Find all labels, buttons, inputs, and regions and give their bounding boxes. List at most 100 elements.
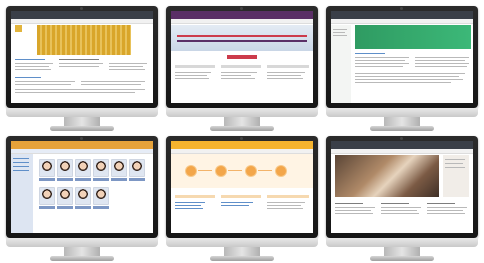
hero-banner: [355, 25, 471, 49]
monitor-stand: [370, 256, 434, 261]
name-label: [93, 206, 109, 209]
text-line: [267, 75, 301, 76]
person-photo-icon[interactable]: [75, 159, 91, 177]
text-line: [59, 59, 99, 60]
text-line: [15, 66, 49, 67]
monitor-chin: [326, 238, 478, 247]
sidebar-item[interactable]: [13, 170, 29, 171]
link-line[interactable]: [221, 205, 249, 206]
camera-icon: [400, 137, 403, 140]
nav-bar[interactable]: [331, 19, 473, 24]
sidebar-item[interactable]: [13, 162, 29, 163]
text-line: [381, 207, 421, 208]
topbar: [331, 141, 473, 149]
person-photo-icon[interactable]: [75, 187, 91, 205]
sidebar-item[interactable]: [13, 158, 29, 159]
person-photo-icon[interactable]: [57, 159, 73, 177]
text-line: [175, 78, 209, 79]
monitor-process: [166, 136, 318, 262]
monitor-stand: [370, 126, 434, 131]
name-label: [57, 206, 73, 209]
nav-bar[interactable]: [171, 19, 313, 24]
text-line: [221, 75, 251, 76]
link-line[interactable]: [175, 202, 205, 203]
monitor-chin: [6, 238, 158, 247]
text-line: [427, 207, 467, 208]
link-line[interactable]: [175, 205, 201, 206]
camera-icon: [80, 7, 83, 10]
sidebar-item[interactable]: [333, 32, 345, 33]
person-photo-icon[interactable]: [129, 159, 145, 177]
text-line: [81, 81, 145, 82]
hero-banner: [37, 25, 131, 55]
step-arrow: [198, 170, 212, 171]
name-label: [39, 178, 55, 181]
text-line: [335, 213, 373, 214]
name-label: [39, 206, 55, 209]
step-arrow: [258, 170, 272, 171]
sidebar-item[interactable]: [333, 29, 347, 30]
hero-banner: [171, 25, 313, 51]
text-line: [355, 57, 409, 58]
text-line: [381, 210, 417, 211]
nav-bar[interactable]: [331, 149, 473, 154]
text-line: [15, 92, 135, 93]
text-line: [415, 60, 465, 61]
screen: [171, 141, 313, 233]
topbar: [11, 141, 153, 149]
text-line: [355, 73, 465, 74]
column-header: [175, 195, 215, 198]
sidebar: [331, 25, 351, 103]
text-line: [59, 66, 99, 67]
text-line: [175, 75, 207, 76]
monitor-news: [326, 6, 478, 132]
monitor-portal: [326, 136, 478, 262]
nav-bar[interactable]: [11, 19, 153, 24]
monitor-stand: [210, 126, 274, 131]
topbar: [171, 11, 313, 19]
text-line: [267, 78, 303, 79]
person-photo-icon[interactable]: [57, 187, 73, 205]
section-heading: [15, 59, 45, 60]
step-circle-icon[interactable]: [215, 165, 227, 177]
person-photo-icon[interactable]: [93, 187, 109, 205]
action-button[interactable]: [227, 55, 257, 59]
text-line: [267, 208, 303, 209]
person-photo-icon[interactable]: [39, 187, 55, 205]
text-line: [15, 63, 53, 64]
text-line: [221, 72, 257, 73]
text-line: [109, 63, 147, 64]
topbar: [171, 141, 313, 149]
monitor-stand: [50, 256, 114, 261]
person-photo-icon[interactable]: [111, 159, 127, 177]
text-line: [415, 66, 467, 67]
sidebar-item[interactable]: [13, 166, 29, 167]
sidebar-item[interactable]: [333, 35, 347, 36]
person-photo-icon[interactable]: [93, 159, 109, 177]
timeline-line: [177, 35, 307, 37]
step-circle-icon[interactable]: [245, 165, 257, 177]
text-line: [267, 205, 301, 206]
topbar: [11, 11, 153, 19]
text-line: [415, 57, 469, 58]
text-line: [415, 63, 469, 64]
screen: [171, 11, 313, 103]
column-header: [221, 65, 261, 68]
text-line: [355, 60, 405, 61]
name-label: [129, 178, 145, 181]
person-photo-icon[interactable]: [39, 159, 55, 177]
camera-icon: [240, 7, 243, 10]
step-circle-icon[interactable]: [275, 165, 287, 177]
link-line[interactable]: [175, 208, 203, 209]
link-line[interactable]: [221, 202, 253, 203]
monitor-workflow: [166, 6, 318, 132]
step-arrow: [228, 170, 242, 171]
step-circle-icon[interactable]: [185, 165, 197, 177]
timeline-line: [177, 40, 307, 42]
monitor-chin: [326, 108, 478, 117]
text-line: [445, 163, 463, 164]
screen: [11, 11, 153, 103]
text-line: [175, 72, 211, 73]
text-line: [15, 81, 75, 82]
text-line: [59, 63, 103, 64]
